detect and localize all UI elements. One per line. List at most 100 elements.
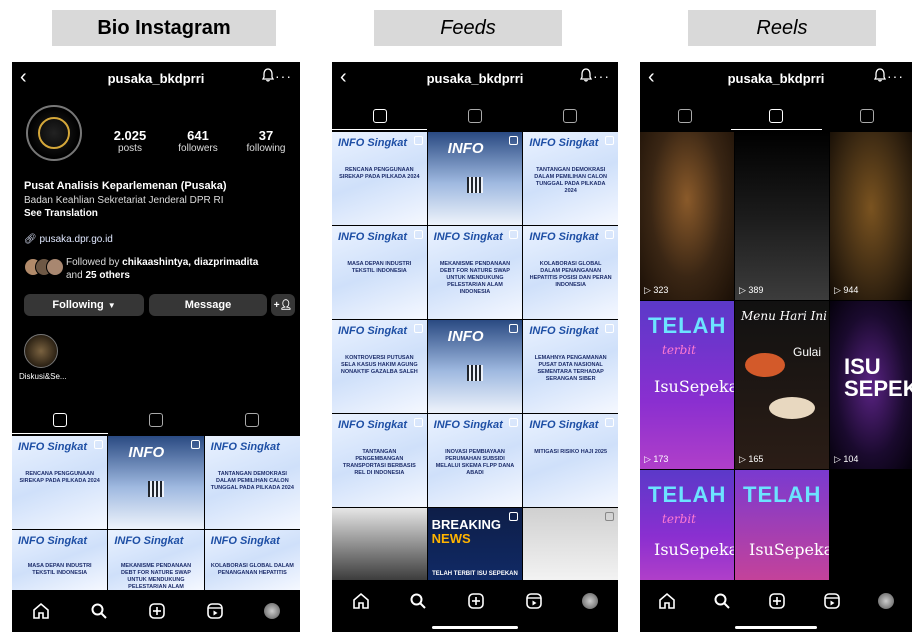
reel-views: ▷ 173 bbox=[644, 454, 669, 464]
post-tile[interactable]: BREAKING NEWS TELAH TERBIT ISU SEPEKAN bbox=[427, 508, 523, 581]
reel-views: ▷ 104 bbox=[834, 454, 859, 464]
profile-link[interactable]: 🔗︎ pusaka.dpr.go.id bbox=[24, 234, 113, 245]
top-bar: ‹ pusaka_bkdprri ··· bbox=[332, 62, 618, 94]
reel-tile[interactable]: ▷ 944 bbox=[830, 132, 912, 300]
post-tile[interactable]: INFO Singkat TANTANGAN DEMOKRASI DALAM PE… bbox=[204, 436, 300, 529]
phone-profile: ‹ pusaka_bkdprri ··· 2.025 posts 641 fol… bbox=[12, 62, 300, 632]
reels-nav-icon[interactable] bbox=[206, 602, 224, 620]
post-tile[interactable]: INFO Singkat TANTANGAN PENGEMBANGAN TRANS… bbox=[332, 414, 427, 507]
post-tile[interactable]: INFO Singkat INOVASI PEMBIAYAAN PERUMAHAN… bbox=[427, 414, 523, 507]
following-count: 37 bbox=[258, 128, 274, 143]
posts-count: 2.025 bbox=[113, 128, 147, 143]
posts-label: posts bbox=[118, 143, 142, 154]
reels-icon[interactable] bbox=[467, 109, 482, 123]
stat-following[interactable]: 37 following bbox=[236, 128, 296, 154]
tagged-icon[interactable] bbox=[563, 109, 578, 123]
home-icon[interactable] bbox=[658, 592, 676, 610]
profile-subtitle: Badan Keahlian Sekretariat Jenderal DPR … bbox=[24, 195, 224, 206]
stat-posts: 2.025 posts bbox=[100, 128, 160, 154]
tagged-icon[interactable] bbox=[859, 109, 874, 123]
profile-avatar-icon[interactable] bbox=[582, 593, 599, 609]
reel-tile[interactable]: TELAH terbit IsuSepekan bbox=[640, 470, 734, 580]
post-tile[interactable]: INFO Singkat KOLABORASI GLOBAL DALAM PENA… bbox=[523, 226, 618, 319]
reels-icon[interactable] bbox=[768, 109, 783, 123]
see-translation-link[interactable]: See Translation bbox=[24, 208, 98, 219]
bottom-nav bbox=[12, 590, 300, 632]
emblem-icon bbox=[38, 117, 70, 149]
reels-icon[interactable] bbox=[149, 413, 163, 427]
post-tile[interactable] bbox=[523, 508, 618, 581]
bell-icon[interactable] bbox=[580, 68, 592, 82]
following-button[interactable]: Following ▼ bbox=[24, 294, 144, 316]
post-tile[interactable]: INFO Singkat TANTANGAN DEMOKRASI DALAM PE… bbox=[523, 132, 618, 225]
message-button[interactable]: Message bbox=[149, 294, 267, 316]
reel-tile[interactable]: TELAH terbit IsuSepekan ▷ 173 bbox=[640, 301, 734, 469]
reel-views: ▷ 389 bbox=[739, 285, 764, 295]
active-tab-underline bbox=[332, 129, 427, 130]
header-reels: Reels bbox=[688, 10, 876, 46]
create-icon[interactable] bbox=[148, 602, 166, 620]
reel-tile[interactable] bbox=[830, 470, 912, 580]
add-user-button[interactable]: +👤︎ bbox=[271, 294, 295, 316]
link-icon: 🔗︎ bbox=[24, 234, 37, 245]
active-tab-underline bbox=[12, 433, 108, 434]
post-tile[interactable]: INFO Singkat LEMAHNYA PENGAMANAN PUSAT DA… bbox=[523, 320, 618, 413]
reels-nav-icon[interactable] bbox=[525, 592, 543, 610]
reel-tile[interactable]: Menu Hari Ini Gulai ▷ 165 bbox=[735, 301, 829, 469]
reel-tile[interactable]: ISUSEPEKAN ▷ 104 bbox=[830, 301, 912, 469]
home-icon[interactable] bbox=[352, 592, 370, 610]
bell-icon[interactable] bbox=[262, 68, 274, 82]
post-tile[interactable]: INFO Singkat KOLABORASI GLOBAL DALAM PENA… bbox=[204, 530, 300, 590]
profile-avatar-icon[interactable] bbox=[264, 603, 280, 619]
follower-avatars bbox=[24, 258, 64, 276]
grid-icon[interactable] bbox=[53, 413, 67, 427]
profile-link-text: pusaka.dpr.go.id bbox=[39, 234, 113, 245]
phone-feeds: ‹ pusaka_bkdprri ··· INFO Singkat RENCANA… bbox=[332, 62, 618, 632]
search-icon[interactable] bbox=[90, 602, 108, 620]
grid-icon[interactable] bbox=[678, 109, 693, 123]
post-tile[interactable]: INFO Singkat MEKANISME PENDANAAN DEBT FOR… bbox=[108, 530, 204, 590]
profile-avatar-icon[interactable] bbox=[877, 593, 894, 609]
chevron-down-icon: ▼ bbox=[107, 300, 116, 310]
tagged-icon[interactable] bbox=[245, 413, 259, 427]
home-icon[interactable] bbox=[32, 602, 50, 620]
profile-name: Pusat Analisis Keparlemenan (Pusaka) bbox=[24, 180, 227, 192]
post-tile[interactable]: INFO Singkat MASA DEPAN INDUSTRI TEKSTIL … bbox=[332, 226, 427, 319]
more-icon[interactable]: ··· bbox=[593, 68, 610, 84]
post-tile[interactable]: INFO Singkat RENCANA PENGGUNAAN SIREKAP P… bbox=[332, 132, 427, 225]
avatar[interactable] bbox=[26, 105, 82, 161]
followers-count: 641 bbox=[187, 128, 209, 143]
post-tile[interactable]: INFO bbox=[108, 436, 204, 529]
story-highlight[interactable] bbox=[24, 334, 58, 368]
post-tile[interactable]: INFO bbox=[427, 132, 523, 225]
post-tile[interactable]: INFO bbox=[427, 320, 523, 413]
home-indicator bbox=[432, 626, 518, 629]
reel-tile[interactable]: ▷ 389 bbox=[735, 132, 829, 300]
create-icon[interactable] bbox=[467, 592, 485, 610]
post-tile[interactable]: INFO Singkat MEKANISME PENDANAAN DEBT FOR… bbox=[427, 226, 523, 319]
reel-tile[interactable]: TELAH IsuSepekan bbox=[735, 470, 829, 580]
post-tile[interactable] bbox=[332, 508, 427, 581]
reels-nav-icon[interactable] bbox=[823, 592, 841, 610]
search-icon[interactable] bbox=[713, 592, 731, 610]
bottom-nav bbox=[332, 580, 618, 622]
active-tab-underline bbox=[731, 129, 822, 130]
post-tile[interactable]: INFO Singkat RENCANA PENGGUNAAN SIREKAP P… bbox=[12, 436, 108, 529]
more-icon[interactable]: ··· bbox=[275, 68, 292, 84]
post-tile[interactable]: INFO Singkat KONTROVERSI PUTUSAN SELA KAS… bbox=[332, 320, 427, 413]
search-icon[interactable] bbox=[409, 592, 427, 610]
post-tile[interactable]: INFO Singkat MITIGASI RISIKO HAJI 2025 bbox=[523, 414, 618, 507]
more-icon[interactable]: ··· bbox=[887, 68, 904, 84]
bell-icon[interactable] bbox=[874, 68, 886, 82]
grid-icon[interactable] bbox=[372, 109, 387, 123]
reel-views: ▷ 165 bbox=[739, 454, 764, 464]
top-bar: ‹ pusaka_bkdprri ··· bbox=[12, 62, 300, 94]
stat-followers[interactable]: 641 followers bbox=[168, 128, 228, 154]
username-title: pusaka_bkdprri bbox=[107, 71, 205, 86]
followed-by-text: Followed by chikaashintya, diazprimadita… bbox=[66, 257, 259, 281]
add-user-icon: +👤︎ bbox=[273, 299, 293, 311]
create-icon[interactable] bbox=[768, 592, 786, 610]
post-tile[interactable]: INFO Singkat MASA DEPAN INDUSTRI TEKSTIL … bbox=[12, 530, 108, 590]
reel-tile[interactable]: ▷ 323 bbox=[640, 132, 734, 300]
followed-by[interactable]: Followed by chikaashintya, diazprimadita… bbox=[24, 256, 300, 282]
